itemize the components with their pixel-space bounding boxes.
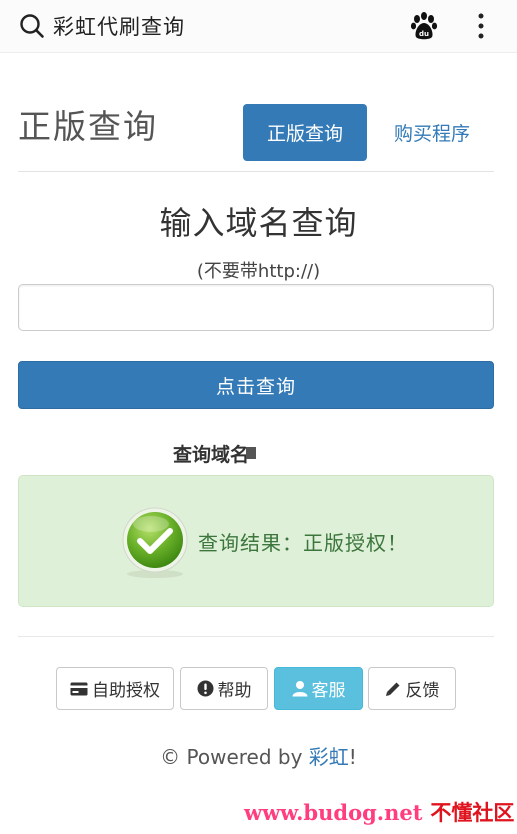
- pencil-icon: [385, 682, 399, 696]
- search-icon[interactable]: [19, 13, 45, 39]
- baidu-paw-icon[interactable]: du: [410, 11, 438, 41]
- tab-buy-program[interactable]: 购买程序: [380, 104, 484, 161]
- user-icon: [292, 681, 307, 697]
- app-title: 彩虹代刷查询: [53, 15, 185, 39]
- form-hint: (不要带http://): [196, 261, 321, 282]
- page-heading: 正版查询: [18, 107, 158, 146]
- top-bar: 彩虹代刷查询 du: [0, 0, 517, 53]
- powered-suffix: !: [348, 745, 357, 769]
- help-button[interactable]: 帮助: [180, 667, 268, 710]
- svg-text:du: du: [419, 30, 429, 38]
- credit-card-icon: [70, 682, 88, 695]
- form-title: 输入域名查询: [159, 204, 358, 242]
- watermark: www.budog.net 不懂社区: [244, 797, 514, 827]
- customer-service-button[interactable]: 客服: [274, 667, 363, 710]
- help-label: 帮助: [217, 681, 252, 701]
- self-auth-label: 自助授权: [92, 681, 160, 701]
- customer-service-label: 客服: [311, 681, 346, 701]
- feedback-label: 反馈: [405, 681, 440, 701]
- tab-genuine-query[interactable]: 正版查询: [243, 104, 367, 161]
- redaction-mark: [246, 447, 256, 459]
- powered-by: © Powered by 彩虹!: [0, 741, 517, 770]
- watermark-url: www.budog.net: [244, 800, 423, 825]
- query-button[interactable]: 点击查询: [18, 361, 494, 409]
- feedback-button[interactable]: 反馈: [368, 667, 456, 710]
- self-auth-button[interactable]: 自助授权: [56, 667, 174, 710]
- powered-prefix: © Powered by: [160, 745, 309, 769]
- brand-link[interactable]: 彩虹: [309, 745, 349, 769]
- watermark-cn: 不懂社区: [430, 800, 515, 825]
- result-domain-label: 查询域名: [173, 444, 250, 466]
- more-vertical-icon[interactable]: [474, 12, 488, 40]
- check-circle-icon: [122, 507, 188, 578]
- divider: [18, 171, 494, 172]
- domain-input[interactable]: [18, 284, 494, 331]
- result-message: 查询结果：正版授权！: [198, 531, 408, 555]
- exclamation-circle-icon: [197, 680, 213, 697]
- divider: [18, 636, 494, 637]
